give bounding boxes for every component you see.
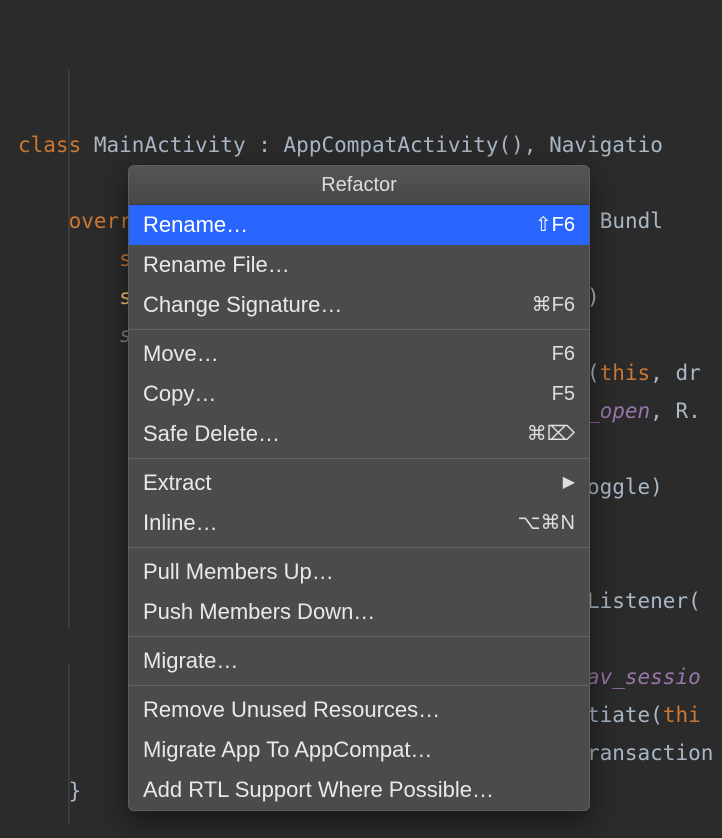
menu-item-label: Pull Members Up… — [143, 561, 334, 583]
menu-item-rename[interactable]: Rename… ⇧F6 — [129, 205, 589, 245]
menu-item-label: Remove Unused Resources… — [143, 699, 440, 721]
menu-item-migrate[interactable]: Migrate… — [129, 641, 589, 681]
menu-separator — [129, 547, 589, 548]
menu-item-change-signature[interactable]: Change Signature… ⌘F6 — [129, 285, 589, 325]
code-line — [18, 513, 31, 537]
code-line — [18, 551, 31, 575]
code-line — [18, 817, 31, 838]
menu-item-shortcut: ⌘F6 — [532, 295, 575, 315]
menu-item-pull-members-up[interactable]: Pull Members Up… — [129, 552, 589, 592]
menu-item-migrate-app-to-appcompat[interactable]: Migrate App To AppCompat… — [129, 730, 589, 770]
menu-item-shortcut: F6 — [552, 344, 575, 364]
menu-item-rename-file[interactable]: Rename File… — [129, 245, 589, 285]
menu-item-label: Rename… — [143, 214, 248, 236]
submenu-arrow-icon: ▶ — [563, 475, 575, 491]
menu-item-label: Copy… — [143, 383, 216, 405]
menu-item-label: Migrate App To AppCompat… — [143, 739, 432, 761]
gutter-line — [68, 664, 70, 824]
menu-item-label: Rename File… — [143, 254, 290, 276]
menu-item-label: Change Signature… — [143, 294, 342, 316]
menu-title: Refactor — [129, 166, 589, 205]
menu-separator — [129, 458, 589, 459]
menu-item-label: Move… — [143, 343, 219, 365]
menu-separator — [129, 329, 589, 330]
menu-item-label: Inline… — [143, 512, 218, 534]
menu-item-shortcut: ⇧F6 — [535, 215, 575, 235]
menu-item-label: Push Members Down… — [143, 601, 375, 623]
menu-item-label: Migrate… — [143, 650, 238, 672]
menu-item-label: Safe Delete… — [143, 423, 280, 445]
gutter-line — [68, 70, 70, 630]
code-line: } — [18, 779, 81, 803]
menu-item-label: Extract — [143, 472, 211, 494]
code-line — [18, 437, 31, 461]
menu-item-extract[interactable]: Extract ▶ — [129, 463, 589, 503]
menu-item-move[interactable]: Move… F6 — [129, 334, 589, 374]
menu-item-push-members-down[interactable]: Push Members Down… — [129, 592, 589, 632]
code-line — [18, 627, 31, 651]
menu-item-shortcut: ⌘⌦ — [527, 424, 575, 444]
menu-item-label: Add RTL Support Where Possible… — [143, 779, 494, 801]
refactor-context-menu: Refactor Rename… ⇧F6 Rename File… Change Si… — [128, 165, 590, 811]
menu-item-copy[interactable]: Copy… F5 — [129, 374, 589, 414]
menu-item-remove-unused-resources[interactable]: Remove Unused Resources… — [129, 690, 589, 730]
menu-item-shortcut: F5 — [552, 384, 575, 404]
menu-separator — [129, 636, 589, 637]
code-line: class MainActivity : AppCompatActivity()… — [18, 133, 663, 157]
menu-items-container: Rename… ⇧F6 Rename File… Change Signature… ⌘… — [129, 205, 589, 810]
menu-separator — [129, 685, 589, 686]
menu-item-inline[interactable]: Inline… ⌥⌘N — [129, 503, 589, 543]
menu-item-add-rtl-support-where-possible[interactable]: Add RTL Support Where Possible… — [129, 770, 589, 810]
menu-item-safe-delete[interactable]: Safe Delete… ⌘⌦ — [129, 414, 589, 454]
menu-item-shortcut: ⌥⌘N — [518, 513, 576, 533]
